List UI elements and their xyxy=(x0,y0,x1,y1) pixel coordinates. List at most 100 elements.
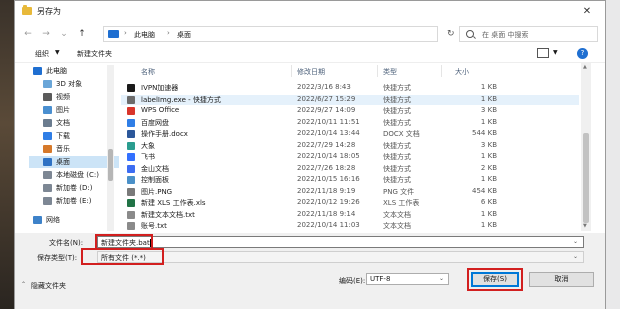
file-row[interactable]: WPS Office 2022/9/27 14:09 快捷方式 3 KB xyxy=(121,106,579,116)
file-date: 2022/10/15 16:16 xyxy=(297,175,360,183)
background-left xyxy=(0,0,14,309)
file-date: 2022/10/14 11:03 xyxy=(297,221,360,229)
refresh-icon[interactable]: ↻ xyxy=(447,29,455,39)
file-icon xyxy=(127,141,135,150)
sidebar-item-label: 网络 xyxy=(46,216,60,224)
file-name: 大象 xyxy=(141,141,155,150)
sidebar-item[interactable]: 桌面 xyxy=(29,156,119,168)
view-options-icon[interactable] xyxy=(537,48,549,58)
sidebar-item[interactable]: 3D 对象 xyxy=(29,78,119,90)
file-icon xyxy=(127,153,135,161)
new-folder-button[interactable]: 新建文件夹 xyxy=(77,49,112,59)
recent-locations-button[interactable]: ⌄ xyxy=(57,27,71,41)
file-date: 2022/6/27 15:29 xyxy=(297,94,356,103)
column-divider[interactable] xyxy=(441,65,442,77)
file-row[interactable]: labelImg.exe - 快捷方式 2022/6/27 15:29 快捷方式 1 … xyxy=(121,94,579,105)
file-type: 快捷方式 xyxy=(383,118,411,127)
file-icon xyxy=(127,210,135,219)
search-placeholder: 在 桌面 中搜索 xyxy=(482,31,529,39)
forward-button[interactable]: → xyxy=(39,27,53,41)
sidebar-item[interactable]: 音乐 xyxy=(29,143,119,155)
breadcrumb-this-pc[interactable]: 此电脑 xyxy=(134,30,155,40)
close-button[interactable]: ✕ xyxy=(575,3,599,21)
3d-objects-icon xyxy=(43,80,52,88)
sidebar-item[interactable]: 网络 xyxy=(29,214,119,226)
cancel-button[interactable]: 取消 xyxy=(529,272,594,287)
scroll-up-icon[interactable]: ▲ xyxy=(583,64,587,70)
file-row[interactable]: 新建 XLS 工作表.xls 2022/10/12 19:26 XLS 工作表 6 K… xyxy=(121,198,579,208)
file-row[interactable]: 百度网盘 2022/10/11 11:51 快捷方式 1 KB xyxy=(121,118,579,128)
column-header-type[interactable]: 类型 xyxy=(383,67,397,77)
sidebar-item[interactable]: 视频 xyxy=(29,91,119,103)
up-button[interactable]: ↑ xyxy=(75,27,89,41)
file-name: 操作手册.docx xyxy=(141,130,188,138)
background-right xyxy=(606,0,620,309)
file-row[interactable]: 大象 2022/7/29 14:28 快捷方式 3 KB xyxy=(121,141,579,151)
file-date: 2022/10/14 13:44 xyxy=(297,129,360,137)
back-button[interactable]: ← xyxy=(21,27,35,41)
file-row[interactable]: IVPN加速器 2022/3/16 8:43 快捷方式 1 KB xyxy=(121,83,579,93)
sidebar-item[interactable]: 新加卷 (E:) xyxy=(29,195,119,207)
sidebar-item-label: 本地磁盘 (C:) xyxy=(56,171,99,179)
sidebar-item[interactable]: 此电脑 xyxy=(29,65,119,77)
file-row[interactable]: 账号.txt 2022/10/14 11:03 文本文档 1 KB xyxy=(121,221,579,231)
address-bar[interactable]: › 此电脑 › 桌面 ⌄ xyxy=(103,26,515,42)
file-list-scroll-thumb[interactable] xyxy=(583,133,589,223)
search-box[interactable]: 在 桌面 中搜索 xyxy=(459,26,598,42)
column-divider[interactable] xyxy=(291,65,292,77)
file-row[interactable]: 飞书 2022/10/14 18:05 快捷方式 1 KB xyxy=(121,152,579,162)
breadcrumb-separator: › xyxy=(167,29,170,37)
file-type: 文本文档 xyxy=(383,210,411,219)
chevron-down-icon[interactable]: ▼ xyxy=(553,49,558,56)
title-bar: 另存为 ✕ xyxy=(15,1,605,23)
sidebar-item[interactable]: 图片 xyxy=(29,104,119,116)
music-icon xyxy=(43,145,52,153)
file-row[interactable]: 新建文本文档.txt 2022/11/18 9:14 文本文档 1 KB xyxy=(121,210,579,220)
save-button[interactable]: 保存(S) xyxy=(471,272,519,287)
sidebar-scroll-thumb[interactable] xyxy=(108,149,113,181)
filetype-select[interactable]: 所有文件 (*.*) ⌄ xyxy=(97,251,584,263)
file-row[interactable]: 操作手册.docx 2022/10/14 13:44 DOCX 文档 544 KB xyxy=(121,129,579,139)
filetype-value: 所有文件 (*.*) xyxy=(101,254,146,262)
filetype-label: 保存类型(T): xyxy=(37,254,78,262)
file-name: 百度网盘 xyxy=(141,118,169,127)
sidebar-item[interactable]: 下载 xyxy=(29,130,119,142)
organize-button[interactable]: 组织 xyxy=(35,49,49,59)
sidebar-item-label: 此电脑 xyxy=(46,67,67,75)
file-icon xyxy=(127,164,135,173)
folder-icon xyxy=(22,5,32,15)
sidebar-scrollbar[interactable] xyxy=(107,65,114,231)
navigation-pane: 此电脑 3D 对象 视频 图片 文档 下载 音乐 桌面本地磁盘 (C:) 新加卷 (D:) 新加卷… xyxy=(29,65,119,231)
filename-value: 新建文件夹.bat xyxy=(101,239,151,247)
chevron-down-icon[interactable]: ⌄ xyxy=(573,253,578,260)
breadcrumb-desktop[interactable]: 桌面 xyxy=(177,30,191,40)
filename-input[interactable]: 新建文件夹.bat ⌄ xyxy=(97,236,584,248)
file-type: 快捷方式 xyxy=(383,153,411,161)
file-row[interactable]: 控制面板 2022/10/15 16:16 快捷方式 1 KB xyxy=(121,175,579,185)
chevron-down-icon[interactable]: ⌄ xyxy=(573,238,578,245)
drive-icon xyxy=(43,197,52,205)
file-row[interactable]: 金山文档 2022/7/26 18:28 快捷方式 2 KB xyxy=(121,164,579,174)
column-header-size[interactable]: 大小 xyxy=(455,67,469,77)
help-icon[interactable]: ? xyxy=(577,48,588,59)
column-divider[interactable] xyxy=(377,65,378,77)
file-list: 名称 修改日期 类型 大小 IVPN加速器 2022/3/16 8:43 快捷方式 1… xyxy=(121,63,579,231)
sidebar-item[interactable]: 本地磁盘 (C:) xyxy=(29,169,119,181)
column-header-name[interactable]: 名称 xyxy=(141,67,155,77)
drive-icon xyxy=(43,171,52,179)
file-name: 图片.PNG xyxy=(141,187,173,196)
pictures-icon xyxy=(43,106,52,114)
file-list-scrollbar[interactable]: ▲ ▼ xyxy=(581,63,591,231)
file-name: IVPN加速器 xyxy=(141,84,179,92)
sidebar-item-label: 新加卷 (E:) xyxy=(56,197,92,205)
scroll-down-icon[interactable]: ▼ xyxy=(583,223,587,229)
file-icon xyxy=(127,222,135,230)
sidebar-item[interactable]: 新加卷 (D:) xyxy=(29,182,119,194)
file-name: 金山文档 xyxy=(141,164,169,173)
chevron-down-icon[interactable]: ⌄ xyxy=(439,275,444,282)
sidebar-item[interactable]: 文档 xyxy=(29,117,119,129)
file-row[interactable]: 图片.PNG 2022/11/18 9:19 PNG 文件 454 KB xyxy=(121,187,579,197)
encoding-select[interactable]: UTF-8 ⌄ xyxy=(366,273,449,285)
column-header-date[interactable]: 修改日期 xyxy=(297,67,325,77)
file-icon xyxy=(127,107,135,115)
